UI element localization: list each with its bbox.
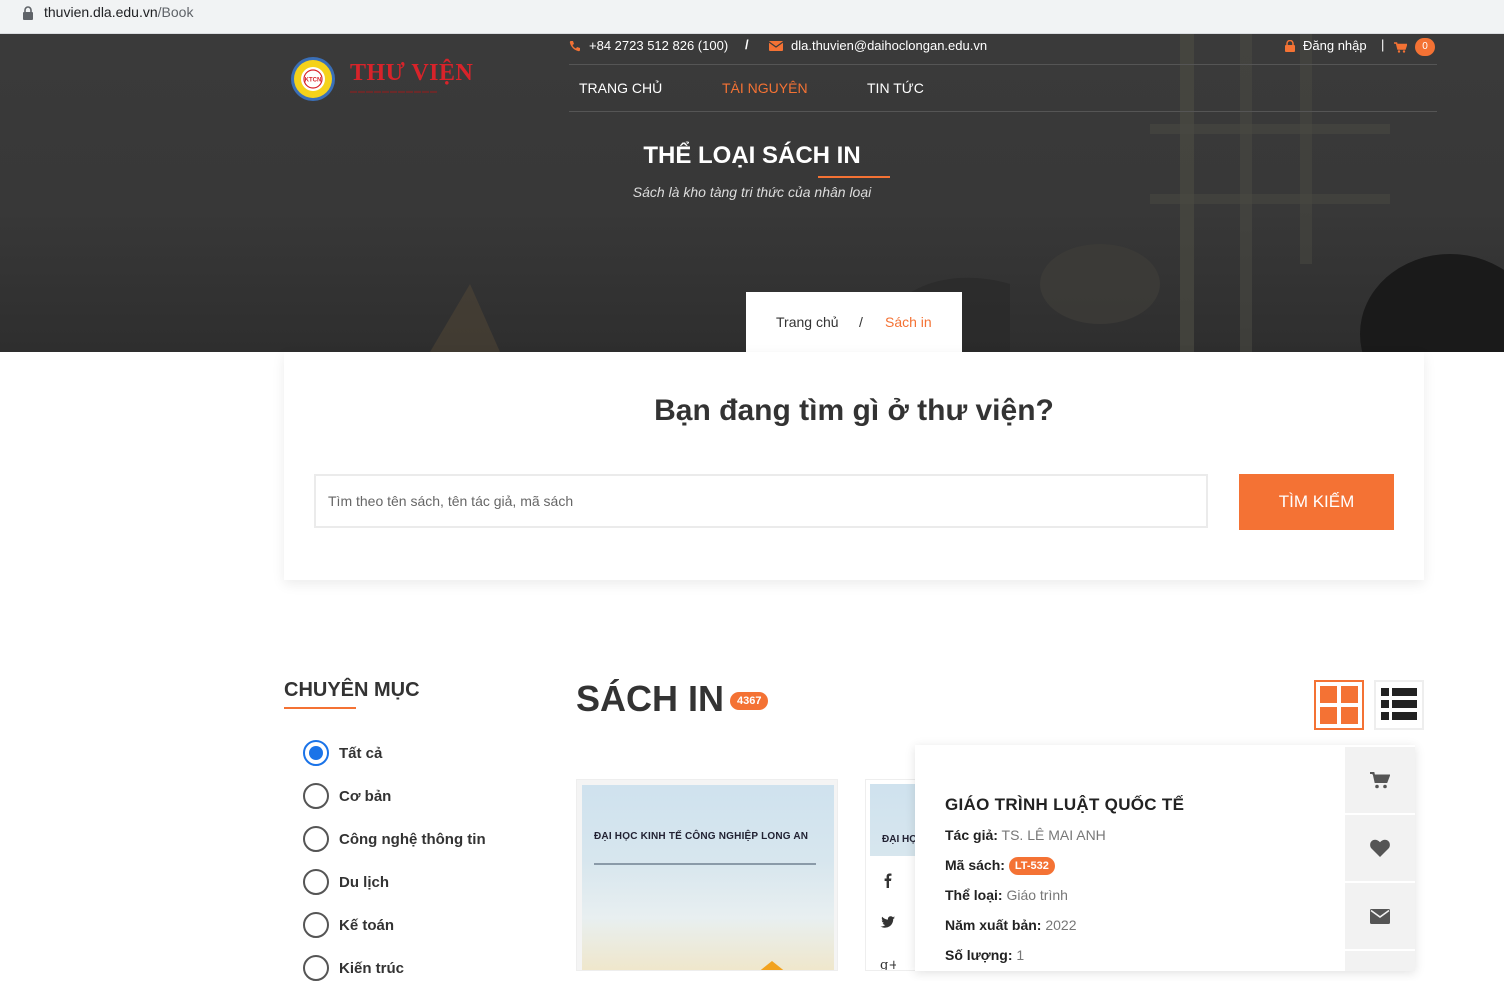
- breadcrumb-separator: /: [859, 314, 863, 330]
- quantity-label: Số lượng:: [945, 947, 1013, 963]
- cover-text: ĐẠI HỌC KINH TẾ CÔNG NGHIỆP LONG AN: [594, 831, 809, 842]
- search-input[interactable]: [314, 474, 1208, 528]
- nav-item-news[interactable]: TIN TỨC: [867, 80, 924, 96]
- university-emblem-icon: KTCN: [291, 57, 335, 101]
- book-count-badge: 4367: [730, 692, 769, 710]
- browser-address-bar[interactable]: thuvien.dla.edu.vn/Book: [0, 0, 1504, 34]
- grid-view-icon: [1320, 686, 1358, 724]
- radio-button[interactable]: [303, 783, 329, 809]
- twitter-icon[interactable]: [880, 914, 896, 930]
- category-item-tourism[interactable]: Du lịch: [303, 869, 543, 895]
- book-year-row: Năm xuất bản: 2022: [945, 917, 1077, 933]
- svg-text:g+: g+: [880, 958, 896, 971]
- genre-label: Thể loại:: [945, 887, 1003, 903]
- radio-button[interactable]: [303, 869, 329, 895]
- more-actions-button[interactable]: [1345, 951, 1415, 971]
- author-label: Tác giả:: [945, 827, 998, 843]
- search-panel: Bạn đang tìm gì ở thư viện? TÌM KIẾM: [284, 352, 1424, 580]
- contact-separator: /: [745, 37, 749, 52]
- breadcrumb-current: Sách in: [885, 314, 932, 330]
- genre-value: Giáo trình: [1006, 887, 1068, 903]
- grid-view-button[interactable]: [1314, 680, 1364, 730]
- contact-bar: +84 2723 512 826 (100) / dla.thuvien@dai…: [569, 34, 1437, 65]
- padlock-icon: [1285, 39, 1295, 52]
- topbar-divider: |: [1381, 37, 1385, 52]
- breadcrumb-home[interactable]: Trang chủ: [776, 314, 839, 330]
- breadcrumb: Trang chủ / Sách in: [746, 292, 962, 352]
- category-label: Kiến trúc: [339, 960, 405, 977]
- cover-text: ĐẠI HỌ: [882, 834, 917, 845]
- book-card[interactable]: ĐẠI HỌC KINH TẾ CÔNG NGHIỆP LONG AN: [576, 779, 838, 971]
- year-value: 2022: [1045, 917, 1077, 933]
- share-email-button[interactable]: [1345, 883, 1415, 949]
- category-item-architecture[interactable]: Kiến trúc: [303, 955, 543, 981]
- login-text: Đăng nhập: [1303, 38, 1367, 53]
- category-heading: CHUYÊN MỤC: [284, 679, 420, 701]
- book-title[interactable]: GIÁO TRÌNH LUẬT QUỐC TẾ: [945, 795, 1184, 815]
- logo-text: THƯ VIỆN: [350, 60, 474, 86]
- login-link[interactable]: Đăng nhập: [1285, 38, 1367, 53]
- cart-icon: [1394, 41, 1407, 53]
- category-label: Du lịch: [339, 874, 390, 891]
- category-item-it[interactable]: Công nghệ thông tin: [303, 826, 543, 852]
- category-item-accounting[interactable]: Kế toán: [303, 912, 543, 938]
- book-cover[interactable]: ĐẠI HỌC KINH TẾ CÔNG NGHIỆP LONG AN: [582, 785, 834, 970]
- hero-banner: KTCN THƯ VIỆN ▬▬▬▬▬▬▬▬▬▬▬ +84 2723 512 8…: [0, 34, 1504, 352]
- main-nav: TRANG CHỦ TÀI NGUYÊN TIN TỨC: [569, 66, 1437, 112]
- book-detail-popup: GIÁO TRÌNH LUẬT QUỐC TẾ Tác giả: TS. LÊ …: [915, 745, 1415, 971]
- cover-graphic: [760, 961, 784, 970]
- add-to-cart-button[interactable]: [1345, 747, 1415, 813]
- search-heading: Bạn đang tìm gì ở thư viện?: [654, 394, 1054, 427]
- phone-contact[interactable]: +84 2723 512 826 (100): [569, 38, 728, 53]
- email-text: dla.thuvien@daihoclongan.edu.vn: [791, 38, 988, 53]
- category-item-all[interactable]: Tất cả: [303, 740, 543, 766]
- envelope-icon: [1370, 908, 1390, 924]
- google-plus-icon[interactable]: g+: [880, 956, 896, 971]
- book-code-row: Mã sách: LT-532: [945, 857, 1055, 876]
- radio-button[interactable]: [303, 912, 329, 938]
- search-button[interactable]: TÌM KIẾM: [1239, 474, 1394, 530]
- book-genre-row: Thể loại: Giáo trình: [945, 887, 1068, 903]
- heart-icon: [1370, 839, 1390, 857]
- add-to-wishlist-button[interactable]: [1345, 815, 1415, 881]
- category-item-basic[interactable]: Cơ bản: [303, 783, 543, 809]
- book-quantity-row: Số lượng: 1: [945, 947, 1024, 963]
- email-contact[interactable]: dla.thuvien@daihoclongan.edu.vn: [769, 38, 987, 53]
- year-label: Năm xuất bản:: [945, 917, 1042, 933]
- radio-button[interactable]: [303, 826, 329, 852]
- list-view-button[interactable]: [1374, 680, 1424, 730]
- nav-item-resources[interactable]: TÀI NGUYÊN: [722, 80, 808, 96]
- quantity-value: 1: [1016, 947, 1025, 963]
- section-title: SÁCH IN: [576, 678, 725, 719]
- page-subtitle: Sách là kho tàng tri thức của nhân loại: [632, 184, 872, 200]
- library-logo[interactable]: KTCN THƯ VIỆN ▬▬▬▬▬▬▬▬▬▬▬: [290, 56, 490, 102]
- cart-count-badge: 0: [1415, 38, 1435, 56]
- radio-button[interactable]: [303, 955, 329, 981]
- cart-button[interactable]: 0: [1394, 38, 1435, 56]
- category-label: Tất cả: [339, 745, 383, 762]
- title-underline: [818, 176, 890, 178]
- category-label: Công nghệ thông tin: [339, 831, 486, 848]
- code-label: Mã sách:: [945, 857, 1005, 873]
- logo-subtitle-stripe: ▬▬▬▬▬▬▬▬▬▬▬: [350, 88, 438, 95]
- phone-text: +84 2723 512 826 (100): [589, 38, 729, 53]
- facebook-icon[interactable]: [880, 872, 896, 888]
- mail-icon: [769, 40, 783, 51]
- cover-divider: [594, 863, 816, 865]
- category-label: Cơ bản: [339, 788, 392, 805]
- category-label: Kế toán: [339, 917, 395, 934]
- book-code-badge: LT-532: [1008, 857, 1055, 876]
- author-value: TS. LÊ MAI ANH: [1001, 827, 1106, 843]
- cart-icon: [1370, 771, 1390, 788]
- nav-item-home[interactable]: TRANG CHỦ: [579, 80, 662, 96]
- book-author-row: Tác giả: TS. LÊ MAI ANH: [945, 827, 1106, 843]
- page-title: THỂ LOẠI SÁCH IN: [643, 142, 861, 169]
- phone-icon: [569, 40, 580, 51]
- list-view-icon: [1381, 688, 1417, 720]
- url-text[interactable]: thuvien.dla.edu.vn/Book: [44, 4, 193, 20]
- lock-icon: [23, 6, 33, 20]
- radio-button[interactable]: [303, 740, 329, 766]
- emblem-text: KTCN: [305, 78, 322, 84]
- category-heading-underline: [284, 707, 356, 709]
